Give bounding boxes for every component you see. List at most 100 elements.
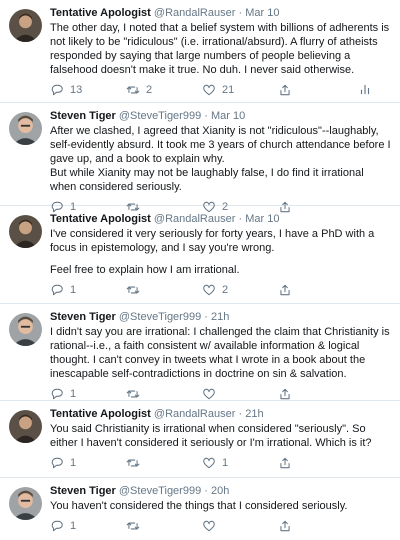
reply-button[interactable]: 1: [50, 519, 126, 533]
tweet-header: Tentative Apologist @RandalRauser · Mar …: [50, 212, 392, 226]
like-button[interactable]: [202, 519, 278, 533]
retweet-icon: [126, 86, 140, 94]
reply-button[interactable]: 1: [50, 456, 126, 470]
reply-icon: [51, 388, 63, 400]
tweet-paragraph: I've considered it very seriously for fo…: [50, 228, 375, 254]
analytics-button[interactable]: [358, 82, 372, 99]
author-handle[interactable]: @RandalRauser: [154, 213, 236, 225]
reply-count: 1: [70, 388, 77, 400]
like-button[interactable]: 2: [202, 283, 278, 297]
tweet-paragraph: You haven't considered the things that I…: [50, 500, 348, 512]
retweet-icon: [126, 522, 140, 530]
avatar-randal-rauser[interactable]: [9, 215, 42, 248]
tweet[interactable]: Steven Tiger @SteveTiger999 · 20h You ha…: [0, 478, 400, 538]
author-name[interactable]: Tentative Apologist: [50, 7, 151, 19]
heart-icon: [203, 457, 215, 469]
tweet[interactable]: Tentative Apologist @RandalRauser · Mar …: [0, 206, 400, 304]
retweet-button[interactable]: [126, 283, 202, 297]
author-name[interactable]: Tentative Apologist: [50, 408, 151, 420]
like-count: 2: [222, 284, 229, 296]
timestamp[interactable]: 21h: [245, 408, 263, 420]
tweet-actions: 13 2 21: [50, 81, 392, 99]
tweet-header: Steven Tiger @SteveTiger999 · 21h: [50, 310, 392, 324]
tweet-paragraph: The other day, I noted that a belief sys…: [50, 22, 390, 76]
tweet[interactable]: Tentative Apologist @RandalRauser · 21h …: [0, 401, 400, 478]
tweet-text: After we clashed, I agreed that Xianity …: [50, 124, 392, 194]
tweet-header: Tentative Apologist @RandalRauser · 21h: [50, 407, 392, 421]
retweet-button[interactable]: 2: [126, 83, 202, 97]
author-name[interactable]: Tentative Apologist: [50, 213, 151, 225]
timestamp[interactable]: 20h: [211, 485, 229, 497]
timestamp[interactable]: 21h: [211, 311, 229, 323]
like-button[interactable]: 1: [202, 456, 278, 470]
tweet-paragraph: After we clashed, I agreed that Xianity …: [50, 125, 391, 165]
share-icon: [280, 84, 290, 96]
timestamp[interactable]: Mar 10: [211, 110, 245, 122]
reply-icon: [51, 457, 63, 469]
tweet[interactable]: Steven Tiger @SteveTiger999 · 21h I didn…: [0, 304, 400, 401]
timestamp[interactable]: Mar 10: [245, 7, 279, 19]
share-icon: [280, 388, 290, 400]
tweet-thread: Tentative Apologist @RandalRauser · Mar …: [0, 0, 400, 538]
reply-count: 13: [70, 84, 83, 96]
share-button[interactable]: [278, 83, 354, 97]
retweet-icon: [126, 390, 140, 398]
reply-icon: [51, 284, 63, 296]
share-button[interactable]: [278, 519, 354, 533]
separator-dot: ·: [204, 311, 208, 323]
retweet-button[interactable]: [126, 387, 202, 401]
share-icon: [280, 520, 290, 532]
retweet-icon: [126, 286, 140, 294]
author-name[interactable]: Steven Tiger: [50, 485, 116, 497]
reply-button[interactable]: 13: [50, 83, 126, 97]
tweet-actions: 1: [50, 517, 392, 535]
avatar-steven-tiger[interactable]: [9, 487, 42, 520]
tweet-text: I've considered it very seriously for fo…: [50, 227, 392, 277]
share-icon: [280, 457, 290, 469]
like-count: 21: [222, 84, 235, 96]
like-button[interactable]: [202, 387, 278, 401]
like-button[interactable]: 21: [202, 83, 278, 97]
retweet-icon: [126, 459, 140, 467]
tweet-paragraph: You said Christianity is irrational when…: [50, 423, 372, 449]
retweet-button[interactable]: [126, 519, 202, 533]
retweet-button[interactable]: [126, 456, 202, 470]
separator-dot: ·: [238, 7, 243, 19]
analytics-icon: [360, 84, 370, 94]
avatar-randal-rauser[interactable]: [9, 9, 42, 42]
author-name[interactable]: Steven Tiger: [50, 110, 116, 122]
author-name[interactable]: Steven Tiger: [50, 311, 116, 323]
author-handle[interactable]: @SteveTiger999: [119, 485, 201, 497]
tweet[interactable]: Tentative Apologist @RandalRauser · Mar …: [0, 0, 400, 103]
avatar-steven-tiger[interactable]: [9, 313, 42, 346]
heart-icon: [203, 520, 215, 532]
reply-button[interactable]: 1: [50, 283, 126, 297]
tweet-text: You said Christianity is irrational when…: [50, 422, 392, 450]
tweet-header: Tentative Apologist @RandalRauser · Mar …: [50, 6, 392, 20]
author-handle[interactable]: @SteveTiger999: [119, 311, 201, 323]
separator-dot: ·: [204, 485, 208, 497]
separator-dot: ·: [204, 110, 208, 122]
share-button[interactable]: [278, 283, 354, 297]
reply-count: 1: [70, 284, 77, 296]
tweet[interactable]: Steven Tiger @SteveTiger999 · Mar 10 Aft…: [0, 103, 400, 213]
author-handle[interactable]: @RandalRauser: [154, 7, 236, 19]
reply-count: 1: [70, 520, 77, 532]
avatar-randal-rauser[interactable]: [9, 410, 42, 443]
author-handle[interactable]: @SteveTiger999: [119, 110, 201, 122]
heart-icon: [203, 388, 215, 400]
heart-icon: [203, 284, 215, 296]
reply-count: 1: [70, 457, 77, 469]
tweet-text: You haven't considered the things that I…: [50, 499, 392, 513]
reply-button[interactable]: 1: [50, 387, 126, 401]
reply-icon: [51, 84, 63, 96]
tweet-actions: 1 1: [50, 454, 392, 472]
tweet-paragraph: Feel free to explain how I am irrational…: [50, 264, 240, 276]
share-button[interactable]: [278, 456, 354, 470]
share-button[interactable]: [278, 387, 354, 401]
heart-icon: [203, 84, 215, 96]
author-handle[interactable]: @RandalRauser: [154, 408, 236, 420]
avatar-steven-tiger[interactable]: [9, 112, 42, 145]
timestamp[interactable]: Mar 10: [245, 213, 279, 225]
separator-dot: ·: [238, 213, 243, 225]
